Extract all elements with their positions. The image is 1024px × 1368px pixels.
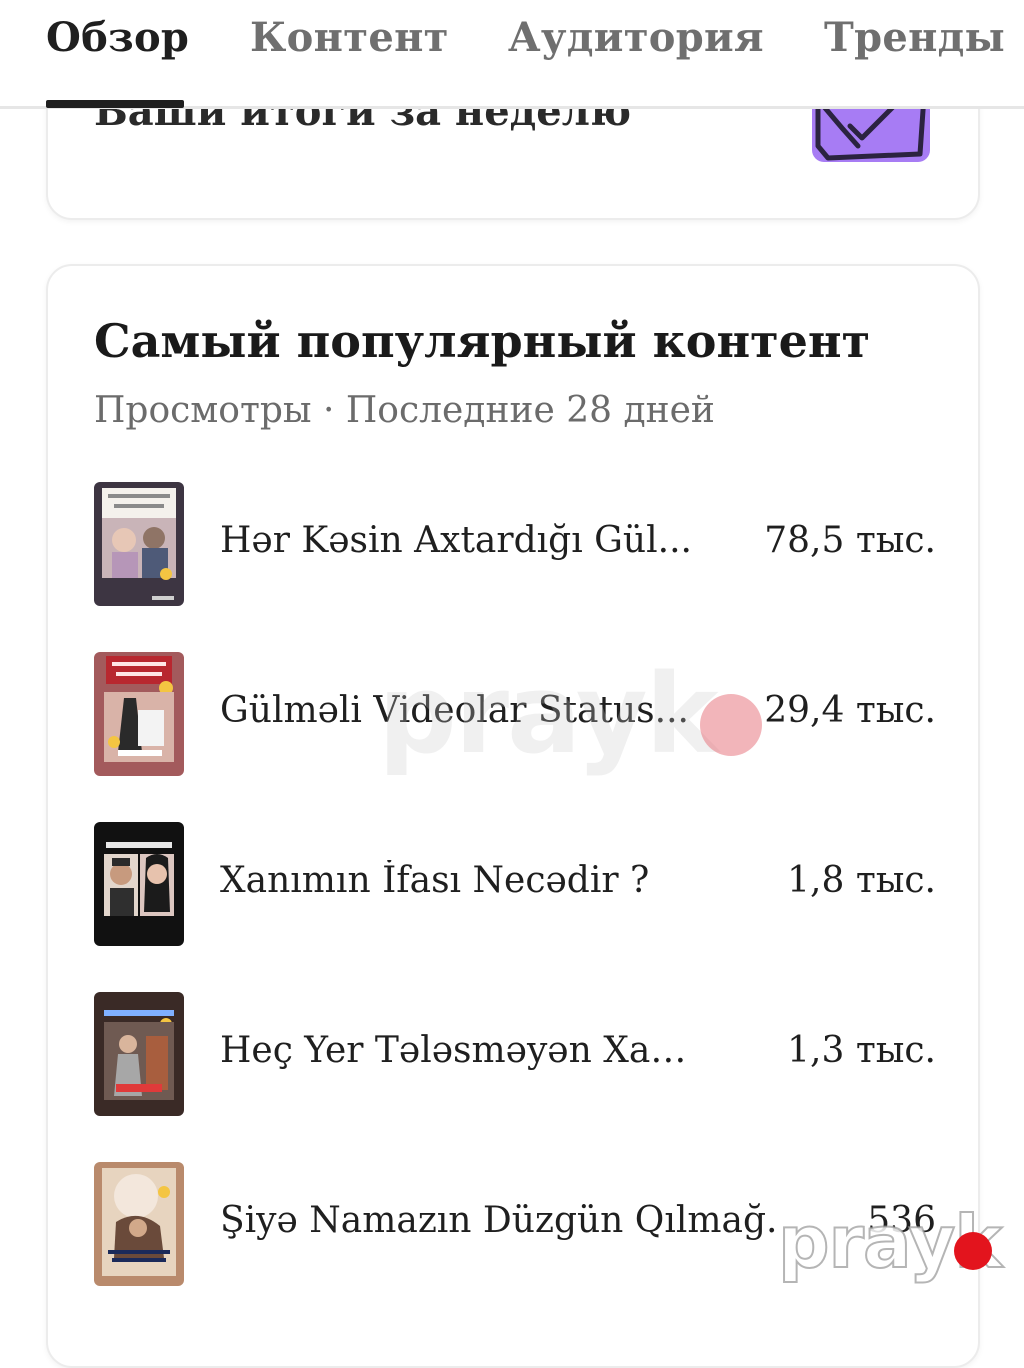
tab-audience[interactable]: Аудитория <box>508 14 764 61</box>
list-item[interactable]: Xanımın İfası Necədir ? 1,8 тыс. <box>94 822 936 948</box>
top-tab-bar: Обзор Контент Аудитория Тренды <box>0 0 1024 109</box>
watermark-dot <box>700 694 762 756</box>
view-count: 536 <box>867 1200 936 1241</box>
content-title: Şiyə Namazın Düzgün Qılmağ... <box>220 1200 780 1241</box>
tab-overview[interactable]: Обзор <box>46 14 189 61</box>
list-item[interactable]: Gülməli Videolar Status... 29,4 тыс. <box>94 652 936 778</box>
popular-content-title: Самый популярный контент <box>94 314 871 368</box>
popular-content-card: Самый популярный контент Просмотры · Пос… <box>46 264 980 1368</box>
view-count: 29,4 тыс. <box>764 690 936 731</box>
video-thumbnail <box>94 992 184 1116</box>
active-tab-indicator <box>46 100 184 108</box>
tab-content[interactable]: Контент <box>250 14 449 61</box>
tab-trends[interactable]: Тренды <box>824 14 1005 61</box>
content-title: Heç Yer Tələsməyən Xanı... <box>220 1030 700 1071</box>
view-count: 78,5 тыс. <box>764 520 936 561</box>
corner-watermark-dot <box>954 1232 992 1270</box>
content-title: Xanımın İfası Necədir ? <box>220 860 650 901</box>
list-item[interactable]: Şiyə Namazın Düzgün Qılmağ... 536 <box>94 1162 936 1288</box>
list-item[interactable]: Heç Yer Tələsməyən Xanı... 1,3 тыс. <box>94 992 936 1118</box>
view-count: 1,8 тыс. <box>787 860 936 901</box>
video-thumbnail <box>94 822 184 946</box>
content-title: Gülməli Videolar Status... <box>220 690 689 731</box>
list-item[interactable]: Hər Kəsin Axtardığı Gül... 78,5 тыс. <box>94 482 936 608</box>
video-thumbnail <box>94 482 184 606</box>
popular-content-subtitle: Просмотры · Последние 28 дней <box>94 390 715 431</box>
view-count: 1,3 тыс. <box>787 1030 936 1071</box>
video-thumbnail <box>94 1162 184 1286</box>
video-thumbnail <box>94 652 184 776</box>
content-title: Hər Kəsin Axtardığı Gül... <box>220 520 692 561</box>
